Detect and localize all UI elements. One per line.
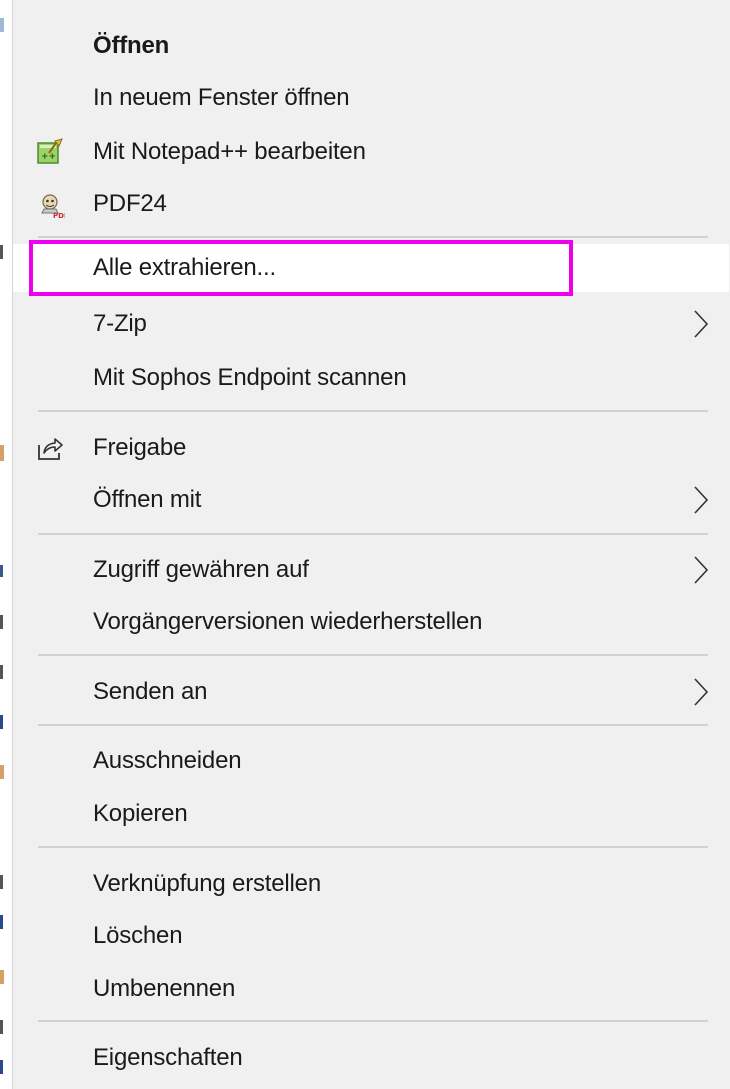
edge-mark <box>0 615 3 629</box>
edge-mark <box>0 765 4 779</box>
menu-item-pdf24[interactable]: PDF PDF24 <box>13 180 729 228</box>
menu-item-label: Kopieren <box>93 800 188 827</box>
edge-mark <box>0 875 3 889</box>
menu-item-label: 7-Zip <box>93 310 147 337</box>
menu-item-notepad-plus-plus[interactable]: ++ Mit Notepad++ bearbeiten <box>13 128 729 176</box>
menu-item-label: Öffnen mit <box>93 486 202 513</box>
menu-item-properties[interactable]: Eigenschaften <box>13 1034 729 1082</box>
svg-text:PDF: PDF <box>53 212 65 219</box>
menu-separator <box>38 1020 708 1022</box>
pdf24-icon: PDF <box>35 189 69 220</box>
menu-item-grant-access[interactable]: Zugriff gewähren auf <box>13 546 729 594</box>
edge-mark <box>0 915 3 929</box>
menu-item-share[interactable]: Freigabe <box>13 424 729 472</box>
menu-item-oeffnen[interactable]: Öffnen <box>13 22 729 70</box>
menu-item-extract-all[interactable]: Alle extrahieren... <box>13 244 729 292</box>
menu-item-7zip[interactable]: 7-Zip <box>13 300 729 348</box>
menu-separator <box>38 724 708 726</box>
menu-item-open-with[interactable]: Öffnen mit <box>13 476 729 524</box>
context-menu: Öffnen In neuem Fenster öffnen ++ Mit No… <box>12 0 730 1089</box>
menu-item-cut[interactable]: Ausschneiden <box>13 737 729 785</box>
chevron-right-icon <box>693 485 709 515</box>
edge-mark <box>0 715 3 729</box>
menu-item-label: Senden an <box>93 678 208 705</box>
menu-item-rename[interactable]: Umbenennen <box>13 965 729 1013</box>
menu-item-label: PDF24 <box>93 190 167 217</box>
menu-item-restore-previous-versions[interactable]: Vorgängerversionen wiederherstellen <box>13 598 729 646</box>
notepad-plus-plus-icon: ++ <box>35 137 65 167</box>
menu-item-label: Alle extrahieren... <box>93 254 276 281</box>
menu-item-label: Löschen <box>93 922 183 949</box>
menu-item-create-shortcut[interactable]: Verknüpfung erstellen <box>13 860 729 908</box>
edge-mark <box>0 665 3 679</box>
menu-separator <box>38 654 708 656</box>
menu-item-send-to[interactable]: Senden an <box>13 668 729 716</box>
share-icon <box>35 433 65 463</box>
menu-item-label: Mit Notepad++ bearbeiten <box>93 138 366 165</box>
edge-mark <box>0 1020 3 1034</box>
menu-item-label: Mit Sophos Endpoint scannen <box>93 364 407 391</box>
chevron-right-icon <box>693 677 709 707</box>
menu-item-sophos-scan[interactable]: Mit Sophos Endpoint scannen <box>13 354 729 402</box>
menu-item-delete[interactable]: Löschen <box>13 912 729 960</box>
menu-item-open-new-window[interactable]: In neuem Fenster öffnen <box>13 74 729 122</box>
menu-item-label: Eigenschaften <box>93 1044 243 1071</box>
menu-separator <box>38 846 708 848</box>
menu-separator <box>38 236 708 238</box>
menu-item-label: In neuem Fenster öffnen <box>93 84 350 111</box>
menu-separator <box>38 533 708 535</box>
menu-separator <box>38 410 708 412</box>
background-window-edge <box>0 0 12 1089</box>
menu-item-label: Verknüpfung erstellen <box>93 870 321 897</box>
menu-item-label: Öffnen <box>93 32 170 59</box>
edge-mark <box>0 970 4 984</box>
menu-item-label: Freigabe <box>93 434 187 461</box>
menu-item-label: Vorgängerversionen wiederherstellen <box>93 608 483 635</box>
edge-mark <box>0 245 3 259</box>
edge-mark <box>0 18 4 32</box>
menu-item-label: Ausschneiden <box>93 747 242 774</box>
edge-mark <box>0 445 4 461</box>
edge-mark <box>0 565 3 577</box>
svg-text:++: ++ <box>41 152 56 162</box>
menu-item-label: Umbenennen <box>93 975 236 1002</box>
edge-mark <box>0 1060 3 1074</box>
menu-item-copy[interactable]: Kopieren <box>13 790 729 838</box>
chevron-right-icon <box>693 309 709 339</box>
menu-item-label: Zugriff gewähren auf <box>93 556 309 583</box>
chevron-right-icon <box>693 555 709 585</box>
